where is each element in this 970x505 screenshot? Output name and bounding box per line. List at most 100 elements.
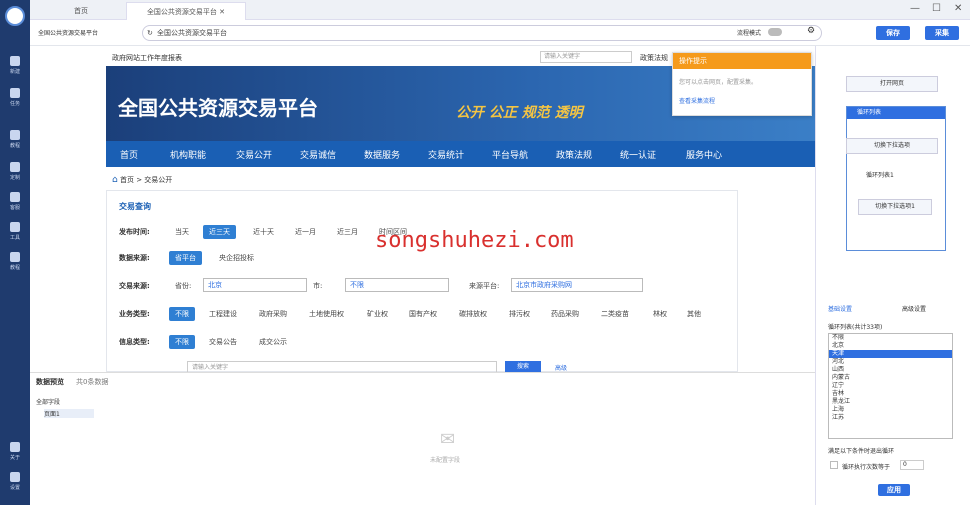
province-select[interactable]: 北京	[203, 278, 307, 292]
biz-option-selected[interactable]: 不限	[169, 307, 195, 321]
toolbox-icon	[10, 222, 20, 232]
home-icon[interactable]: ⌂	[112, 175, 118, 185]
list-item[interactable]: 山西	[829, 366, 952, 374]
nav-item[interactable]: 服务中心	[686, 148, 722, 161]
nav-item[interactable]: 统一认证	[620, 148, 656, 161]
list-item[interactable]: 北京	[829, 342, 952, 350]
switch-step[interactable]: 切换下拉选项	[846, 138, 938, 154]
nav-item[interactable]: 政策法规	[556, 148, 592, 161]
nav-item[interactable]: 平台导航	[492, 148, 528, 161]
nav-item[interactable]: 交易诚信	[300, 148, 336, 161]
time-option-selected[interactable]: 近三天	[203, 225, 236, 239]
tab-basic[interactable]: 基础设置	[828, 304, 852, 313]
sidebar-item-new[interactable]: 新建	[0, 56, 30, 75]
maximize-icon[interactable]: ☐	[932, 3, 941, 14]
time-option[interactable]: 近一月	[295, 227, 316, 237]
exit-checkbox[interactable]	[830, 461, 838, 469]
loop-list-header[interactable]: 循环列表	[847, 107, 945, 119]
apply-button[interactable]: 应用	[878, 484, 910, 496]
biz-option[interactable]: 矿业权	[367, 309, 388, 319]
biz-option[interactable]: 国有产权	[409, 309, 437, 319]
source-option-selected[interactable]: 省平台	[169, 251, 202, 265]
loop-list1-label[interactable]: 循环列表1	[866, 170, 894, 179]
sidebar-item-edu[interactable]: 教程	[0, 252, 30, 271]
biz-option[interactable]: 土地使用权	[309, 309, 344, 319]
nav-item[interactable]: 交易公开	[236, 148, 272, 161]
flow-mode-toggle[interactable]	[768, 28, 782, 36]
refresh-icon[interactable]: ↻	[147, 26, 153, 40]
biz-option[interactable]: 林权	[653, 309, 667, 319]
tab-advanced[interactable]: 高级设置	[902, 304, 926, 313]
info-option-selected[interactable]: 不限	[169, 335, 195, 349]
tab-site[interactable]: 全国公共资源交易平台 ✕	[126, 2, 246, 20]
policy-link[interactable]: 政策法规	[640, 53, 668, 63]
close-window-icon[interactable]: ✕	[954, 3, 962, 14]
time-option[interactable]: 近十天	[253, 227, 274, 237]
list-item[interactable]: 河北	[829, 358, 952, 366]
biz-option[interactable]: 工程建设	[209, 309, 237, 319]
left-sidebar: 新建 任务 教程 定制 客服 工具 教程 关于 设置	[0, 0, 30, 505]
sidebar-item-settings[interactable]: 设置	[0, 472, 30, 491]
sidebar-item-tools[interactable]: 工具	[0, 222, 30, 241]
keyword-input[interactable]: 请输入关键字	[187, 361, 497, 372]
list-item[interactable]: 辽宁	[829, 382, 952, 390]
headset-icon	[10, 192, 20, 202]
sidebar-item-service[interactable]: 客服	[0, 192, 30, 211]
collect-button[interactable]: 采集	[925, 26, 959, 40]
time-option[interactable]: 近三月	[337, 227, 358, 237]
graduation-icon	[10, 252, 20, 262]
nav-item[interactable]: 首页	[120, 148, 138, 161]
report-link[interactable]: 政府网站工作年度报表	[112, 53, 182, 63]
info-option[interactable]: 交易公告	[209, 337, 237, 347]
platform-select[interactable]: 北京市政府采购网	[511, 278, 643, 292]
list-item[interactable]: 不限	[829, 334, 952, 342]
tree-child[interactable]: 页面1	[44, 409, 94, 418]
close-icon[interactable]: ✕	[219, 8, 225, 16]
loop-items-list[interactable]: 不限 北京 天津 河北 山西 内蒙古 辽宁 吉林 黑龙江 上海 江苏	[828, 333, 953, 439]
sidebar-item-tutorial[interactable]: 教程	[0, 130, 30, 149]
list-item[interactable]: 江苏	[829, 414, 952, 422]
platform-label: 来源平台:	[469, 282, 500, 290]
switch-step1[interactable]: 切换下拉选项1	[858, 199, 932, 215]
nav-item[interactable]: 交易统计	[428, 148, 464, 161]
search-button[interactable]: 搜索	[505, 361, 541, 372]
query-panel: 交易查询 发布时间: 当天 近三天 近十天 近一月 近三月 时间区间 数据来源:…	[106, 190, 738, 372]
data-preview-tab[interactable]: 数据预览	[36, 377, 64, 387]
list-item[interactable]: 上海	[829, 406, 952, 414]
minimize-icon[interactable]: —	[910, 3, 920, 14]
tree-root[interactable]: 全部字段	[36, 397, 60, 406]
save-button[interactable]: 保存	[876, 26, 910, 40]
flow-mode-label: 流程模式	[737, 30, 762, 37]
biz-option[interactable]: 二类疫苗	[601, 309, 629, 319]
biz-option[interactable]: 碳排放权	[459, 309, 487, 319]
url-input[interactable]: ↻ 全国公共资源交易平台	[142, 25, 822, 41]
exit-count-input[interactable]: 0	[900, 460, 924, 470]
time-option[interactable]: 当天	[175, 227, 189, 237]
list-item[interactable]: 黑龙江	[829, 398, 952, 406]
sidebar-item-custom[interactable]: 定制	[0, 162, 30, 181]
gear-icon[interactable]: ⚙	[807, 26, 815, 36]
open-page-step[interactable]: 打开网页	[846, 76, 938, 92]
popup-header: 操作提示	[673, 53, 811, 69]
site-search-input[interactable]: 请输入关键字	[540, 51, 632, 63]
list-item[interactable]: 吉林	[829, 390, 952, 398]
popup-link[interactable]: 查看采集流程	[673, 86, 811, 105]
biz-option[interactable]: 排污权	[509, 309, 530, 319]
sidebar-item-task[interactable]: 任务	[0, 88, 30, 107]
biz-option[interactable]: 其他	[687, 309, 701, 319]
trade-source-label: 交易来源:	[119, 282, 150, 290]
list-item-selected[interactable]: 天津	[829, 350, 952, 358]
biz-option[interactable]: 政府采购	[259, 309, 287, 319]
data-source-label: 数据来源:	[119, 254, 150, 262]
info-option[interactable]: 成交公示	[259, 337, 287, 347]
list-item[interactable]: 内蒙古	[829, 374, 952, 382]
sidebar-item-about[interactable]: 关于	[0, 442, 30, 461]
advanced-link[interactable]: 高级	[555, 363, 567, 372]
biz-option[interactable]: 药品采购	[551, 309, 579, 319]
source-option[interactable]: 央企招投标	[219, 253, 254, 263]
tab-bar: 首页 全国公共资源交易平台 ✕ — ☐ ✕	[30, 0, 970, 20]
tab-home[interactable]: 首页	[36, 2, 126, 20]
nav-item[interactable]: 数据服务	[364, 148, 400, 161]
nav-item[interactable]: 机构职能	[170, 148, 206, 161]
city-select[interactable]: 不限	[345, 278, 449, 292]
